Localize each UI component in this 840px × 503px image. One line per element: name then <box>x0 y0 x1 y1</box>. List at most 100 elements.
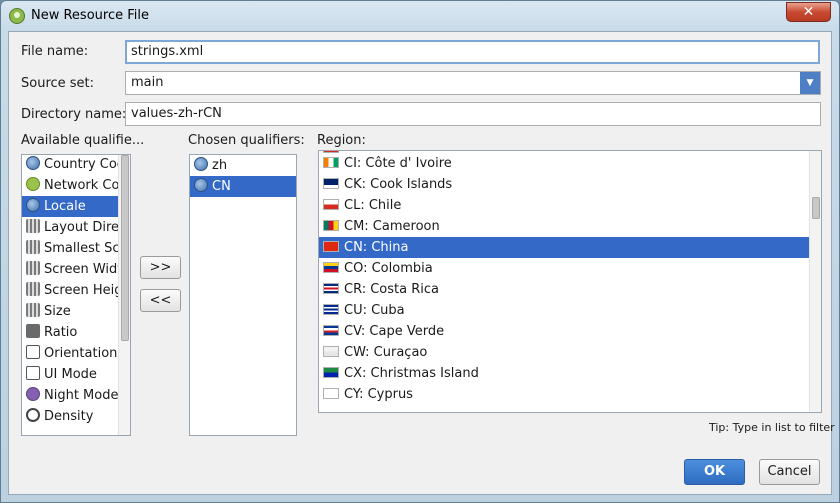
region-label: Region: <box>317 133 366 148</box>
list-item-label: CN <box>212 179 231 194</box>
list-item-label: Night Mode <box>44 388 119 403</box>
list-item[interactable]: Night Mode <box>22 385 118 406</box>
flag-icon <box>323 304 339 315</box>
region-item[interactable]: CO: Colombia <box>319 258 809 279</box>
region-item-label: CW: Curaçao <box>344 345 428 360</box>
region-item-label: CL: Chile <box>344 198 402 213</box>
box-icon <box>26 366 40 380</box>
grid-icon <box>26 240 40 254</box>
globe-icon <box>26 198 40 212</box>
region-item[interactable]: CM: Cameroon <box>319 216 809 237</box>
ok-button[interactable]: OK <box>684 459 745 485</box>
list-item-label: Orientation <box>44 346 118 361</box>
flag-icon <box>323 220 339 231</box>
chosen-qualifiers-list[interactable]: zh CN <box>189 154 297 436</box>
flag-icon <box>323 367 339 378</box>
filter-tip: Tip: Type in list to filter <box>709 421 835 434</box>
list-item[interactable]: Screen Width <box>22 259 130 280</box>
remove-qualifier-button[interactable]: << <box>140 289 181 312</box>
list-item-label: Ratio <box>44 325 78 340</box>
flag-icon <box>323 283 339 294</box>
grid-icon <box>26 261 40 275</box>
region-item[interactable]: CL: Chile <box>319 195 809 216</box>
dialog-window: New Resource File ✕ File name: strings.x… <box>0 0 840 503</box>
scrollbar-thumb[interactable] <box>121 155 129 341</box>
ratio-icon <box>26 324 40 338</box>
close-button[interactable]: ✕ <box>786 2 831 22</box>
list-item[interactable]: CN <box>190 176 296 197</box>
available-qualifiers-list[interactable]: Country Cod Network Coc Locale Layout Direc… <box>21 154 131 436</box>
region-item[interactable]: CR: Costa Rica <box>319 279 809 300</box>
region-item-label: CV: Cape Verde <box>344 324 445 339</box>
list-item[interactable]: Layout Direct <box>22 217 130 238</box>
box-icon <box>26 345 40 359</box>
region-item[interactable]: CI: Côte d' Ivoire <box>319 153 809 174</box>
chevron-down-icon[interactable]: ▼ <box>800 72 820 94</box>
available-qualifiers-label: Available qualifie... <box>21 133 145 148</box>
flag-icon <box>323 262 339 273</box>
window-title: New Resource File <box>31 8 149 23</box>
list-item[interactable]: Size <box>22 301 118 322</box>
source-set-value: main <box>131 75 164 90</box>
source-set-label: Source set: <box>21 76 95 91</box>
add-qualifier-button[interactable]: >> <box>140 256 181 279</box>
globe-icon <box>26 156 40 170</box>
globe-icon <box>194 157 208 171</box>
region-item-label: CN: China <box>344 240 409 255</box>
directory-name-input[interactable]: values-zh-rCN <box>125 102 821 126</box>
flag-icon <box>323 346 339 357</box>
dot-icon <box>26 408 40 422</box>
region-item[interactable]: CU: Cuba <box>319 300 809 321</box>
dialog-content: File name: strings.xml Source set: main … <box>8 31 835 495</box>
grid-icon <box>26 282 40 296</box>
list-item-label: Country Cod <box>44 157 126 172</box>
list-item[interactable]: Network Coc <box>22 175 127 196</box>
grid-icon <box>26 219 40 233</box>
region-item-label: CI: Côte d' Ivoire <box>344 156 452 171</box>
list-item-label: Size <box>44 304 71 319</box>
cancel-button[interactable]: Cancel <box>759 459 820 485</box>
list-item[interactable]: Ratio <box>22 322 118 343</box>
region-item[interactable]: CY: Cyprus <box>319 384 809 405</box>
region-item-label: CO: Colombia <box>344 261 433 276</box>
chosen-qualifiers-label: Chosen qualifiers: <box>188 133 305 148</box>
list-item-label: Network Coc <box>44 178 127 193</box>
list-item[interactable]: Smallest Scre <box>22 238 130 259</box>
region-item[interactable]: CV: Cape Verde <box>319 321 809 342</box>
flag-icon <box>323 178 339 189</box>
region-item-label: CR: Costa Rica <box>344 282 439 297</box>
list-item[interactable]: UI Mode <box>22 364 118 385</box>
flag-icon <box>323 241 339 252</box>
region-scrollbar[interactable] <box>809 151 821 412</box>
region-item-label: CX: Christmas Island <box>344 366 479 381</box>
list-item[interactable]: Screen Heigh <box>22 280 130 301</box>
region-item[interactable]: CW: Curaçao <box>319 342 809 363</box>
list-item-label: zh <box>212 158 228 173</box>
available-qualifiers-scrollbar[interactable] <box>118 155 130 435</box>
list-item[interactable]: Country Cod <box>22 155 125 175</box>
list-item[interactable]: Locale <box>22 196 118 217</box>
directory-name-label: Directory name: <box>21 107 127 122</box>
region-list[interactable]: CI: Côte d' Ivoire CK: Cook Islands CL: Ch… <box>318 150 822 413</box>
flag-icon <box>323 157 339 168</box>
list-item-label: Locale <box>44 199 86 214</box>
file-name-input[interactable]: strings.xml <box>125 40 820 64</box>
android-icon <box>26 177 40 191</box>
region-item[interactable]: CX: Christmas Island <box>319 363 809 384</box>
list-item-label: UI Mode <box>44 367 97 382</box>
flag-icon <box>323 388 339 399</box>
region-item-label: CM: Cameroon <box>344 219 440 234</box>
flag-icon <box>323 325 339 336</box>
scrollbar-thumb[interactable] <box>812 197 820 219</box>
source-set-select[interactable]: main ▼ <box>125 71 821 95</box>
list-item-label: Density <box>44 409 94 424</box>
moon-icon <box>26 387 40 401</box>
list-item[interactable]: Density <box>22 406 118 427</box>
region-item[interactable]: CK: Cook Islands <box>319 174 809 195</box>
list-item[interactable]: zh <box>190 155 296 176</box>
title-bar[interactable]: New Resource File ✕ <box>1 1 839 31</box>
globe-us-icon <box>194 178 208 192</box>
region-item[interactable]: CN: China <box>319 237 809 258</box>
region-item-label: CU: Cuba <box>344 303 405 318</box>
list-item[interactable]: Orientation <box>22 343 118 364</box>
